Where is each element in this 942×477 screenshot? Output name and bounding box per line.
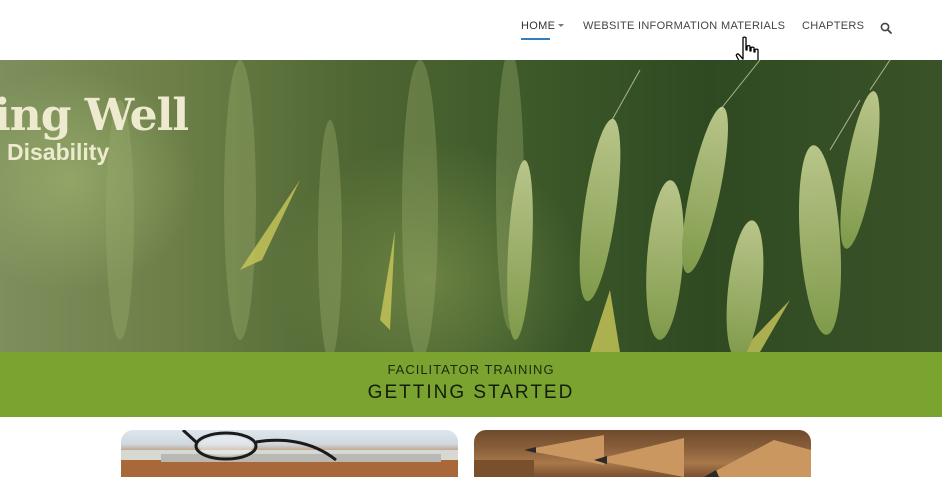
hero-title: ing Well [0,90,189,141]
nav-item-home-label: HOME [521,20,556,32]
card-eyeglasses-image[interactable] [121,430,458,477]
section-banner: FACILITATOR TRAINING GETTING STARTED [0,352,942,417]
card-pencils-image[interactable] [474,430,811,477]
eyeglasses-illustration [121,430,458,477]
hero-subtitle: Disability [7,139,110,165]
nav-item-materials[interactable]: MATERIALS [721,20,785,32]
active-indicator [521,38,550,40]
pencils-illustration [474,435,811,477]
nav-item-chapters[interactable]: CHAPTERS [802,20,864,32]
top-navigation: HOME WEBSITE INFORMATION MATERIALS CHAPT… [0,0,942,60]
nav-item-home[interactable]: HOME [521,20,565,40]
nav-item-website-information[interactable]: WEBSITE INFORMATION [583,20,717,32]
banner-title: GETTING STARTED [367,382,575,403]
caret-down-icon [558,24,565,27]
hero-wheat-image: ing Well Disability [0,60,942,352]
search-icon[interactable] [880,21,892,34]
banner-kicker: FACILITATOR TRAINING [387,362,555,377]
